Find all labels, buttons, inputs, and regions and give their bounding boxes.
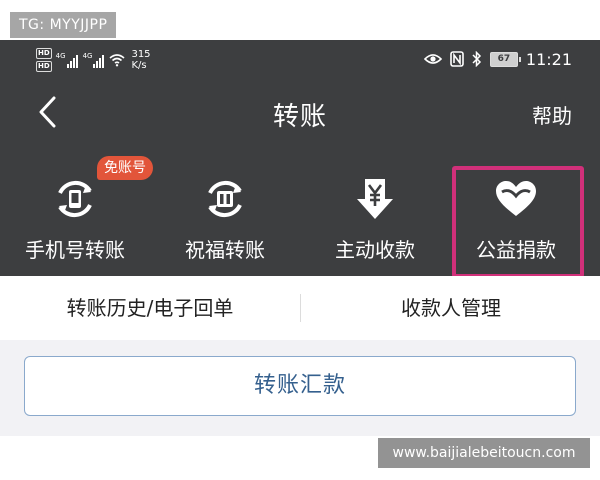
nfc-icon — [450, 51, 464, 67]
heart-icon — [496, 181, 536, 216]
quick-actions: 手机号转账 祝福转账 主动收款 公益捐款 免账号 — [0, 150, 600, 278]
speed-value: 315 — [131, 49, 151, 60]
status-left: HD HD 4G 4G 315 K/s — [36, 45, 151, 75]
tab-payee-management[interactable]: 收款人管理 — [302, 276, 600, 340]
nav-bar: 转账 帮助 — [0, 84, 600, 140]
secondary-tabs: 转账历史/电子回单 收款人管理 — [0, 276, 600, 340]
help-button[interactable]: 帮助 — [532, 100, 572, 129]
transfer-remittance-button[interactable]: 转账汇款 — [24, 356, 576, 416]
charity-donation-label: 公益捐款 — [476, 238, 556, 262]
hd-badge-1: HD — [36, 48, 52, 59]
header-area: HD HD 4G 4G 315 K/s 67 11:21 转账 帮助 手机号转账… — [0, 40, 600, 278]
wifi-icon — [109, 54, 125, 67]
active-receive-label: 主动收款 — [335, 238, 415, 262]
no-account-badge: 免账号 — [97, 156, 153, 180]
eye-icon — [423, 54, 442, 64]
active-receive-button[interactable]: 主动收款 — [310, 150, 440, 270]
hd-badge-2: HD — [36, 61, 52, 72]
yen-receive-icon — [357, 179, 393, 219]
tab-divider — [300, 294, 301, 322]
network-label-1: 4G — [55, 52, 66, 60]
watermark-bottom: www.baijialebeitoucn.com — [378, 438, 590, 468]
charity-donation-button[interactable]: 公益捐款 — [452, 150, 580, 270]
status-bar: HD HD 4G 4G 315 K/s 67 11:21 — [0, 40, 600, 78]
gift-transfer-icon — [208, 180, 242, 218]
phone-transfer-icon — [58, 180, 92, 218]
phone-transfer-label: 手机号转账 — [25, 238, 125, 262]
status-right: 67 11:21 — [423, 48, 572, 70]
blessing-transfer-button[interactable]: 祝福转账 — [160, 150, 290, 270]
speed-unit: K/s — [131, 60, 147, 71]
signal-icon-2: 4G — [83, 52, 106, 68]
network-label-2: 4G — [82, 52, 93, 60]
bluetooth-icon — [472, 51, 481, 67]
signal-icon: 4G — [56, 52, 79, 68]
page-title: 转账 — [272, 102, 327, 132]
status-time: 11:21 — [525, 49, 572, 69]
battery-icon: 67 — [489, 51, 521, 67]
watermark-top: TG: MYYJJPP — [10, 12, 117, 38]
tab-transfer-history[interactable]: 转账历史/电子回单 — [0, 276, 300, 340]
network-speed: 315 K/s — [131, 49, 150, 71]
blessing-transfer-label: 祝福转账 — [185, 238, 265, 262]
hd-indicators: HD HD — [36, 48, 52, 72]
transfer-screen: TG: MYYJJPP HD HD 4G 4G 315 K/s 67 11:21… — [0, 0, 600, 480]
